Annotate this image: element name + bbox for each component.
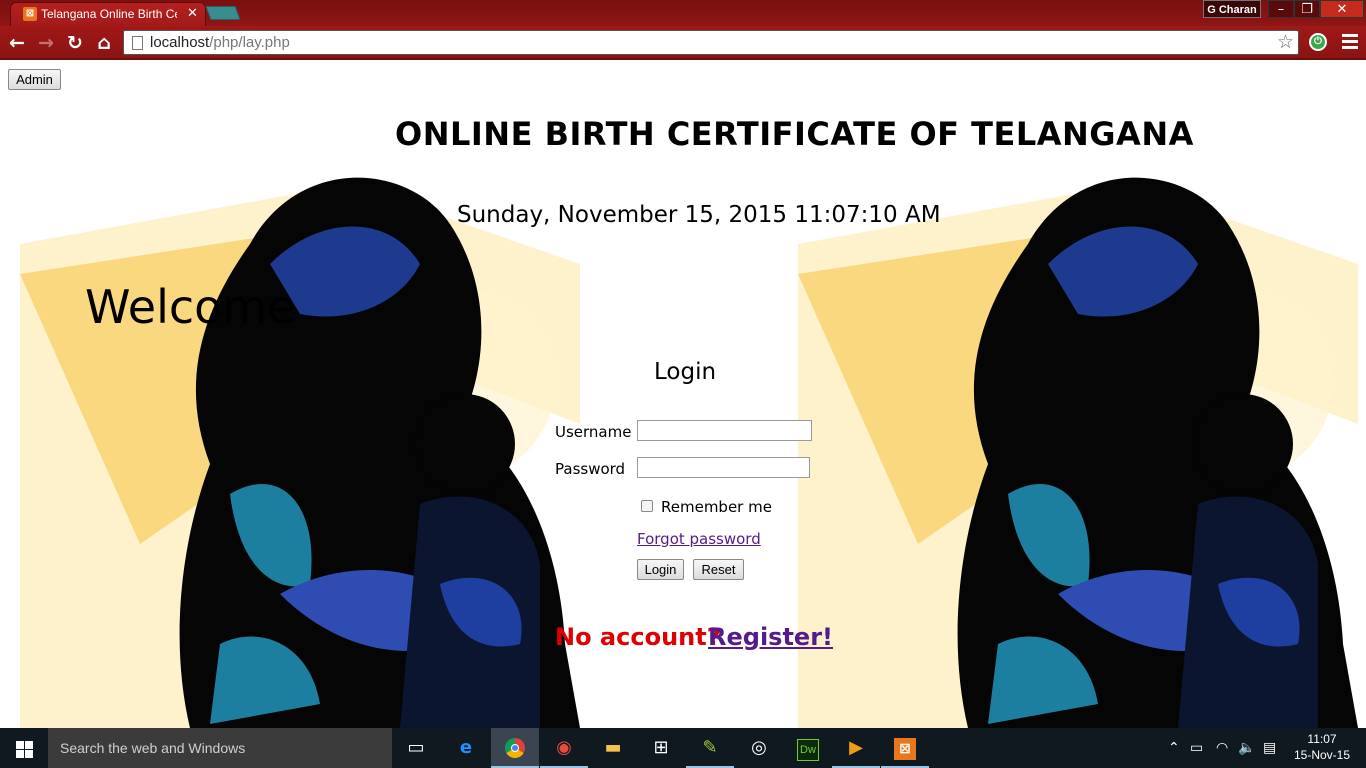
browser-titlebar: ⊠ Telangana Online Birth Ce ✕ G Charan –… (0, 0, 1366, 26)
url-text: localhost/php/lay.php (150, 34, 290, 51)
tab-title: Telangana Online Birth Ce (41, 7, 177, 21)
reload-icon[interactable]: ↻ (64, 32, 86, 54)
tab-close-icon[interactable]: ✕ (187, 6, 198, 21)
home-icon[interactable]: ⌂ (93, 32, 115, 54)
remember-me-checkbox[interactable] (641, 500, 653, 512)
forgot-password-link[interactable]: Forgot password (637, 530, 761, 548)
wifi-icon[interactable]: ◠ (1216, 740, 1228, 756)
clock-time: 11:07 (1307, 732, 1337, 746)
register-link[interactable]: Register! (708, 623, 833, 651)
taskbar-search-box[interactable]: Search the web and Windows (48, 728, 392, 768)
page-viewport: Admin ONLINE BIRTH CERTIFICATE OF TELANG… (0, 62, 1366, 728)
file-explorer-icon[interactable]: ▬ (589, 728, 637, 768)
edge-icon[interactable]: e (442, 728, 490, 768)
address-bar[interactable]: localhost/php/lay.php ☆ (123, 30, 1299, 55)
bookmark-star-icon[interactable]: ☆ (1277, 31, 1294, 53)
xampp-icon[interactable]: ⊠ (881, 728, 929, 768)
back-icon[interactable]: ← (6, 32, 28, 54)
welcome-text: Welcome (85, 280, 296, 334)
start-button[interactable] (0, 728, 48, 768)
page-title: ONLINE BIRTH CERTIFICATE OF TELANGANA (395, 115, 1194, 153)
profile-button[interactable]: G Charan (1203, 0, 1261, 18)
maximize-button[interactable]: ❐ (1294, 0, 1320, 18)
forward-icon[interactable]: → (35, 32, 57, 54)
clock-date: 15-Nov-15 (1293, 748, 1351, 762)
store-icon[interactable]: ⊞ (637, 728, 685, 768)
volume-icon[interactable]: 🔈 (1238, 740, 1255, 756)
username-label: Username (555, 423, 632, 441)
close-window-button[interactable]: ✕ (1320, 0, 1364, 18)
xampp-icon: ⊠ (23, 7, 37, 21)
dreamweaver-icon[interactable]: Dw (784, 728, 832, 768)
chevron-up-icon[interactable]: ⌃ (1168, 740, 1180, 756)
admin-button[interactable]: Admin (8, 69, 61, 90)
password-label: Password (555, 460, 626, 478)
login-title: Login (654, 359, 717, 385)
no-account-text: No account? (555, 623, 721, 651)
password-input[interactable] (637, 457, 810, 478)
new-tab-button[interactable] (205, 6, 241, 20)
remember-me-label: Remember me (661, 498, 772, 516)
search-placeholder: Search the web and Windows (60, 740, 246, 756)
current-datetime: Sunday, November 15, 2015 11:07:10 AM (457, 202, 941, 228)
windows-taskbar: Search the web and Windows ▭ e ◉ ▬ ⊞ ✎ ◎… (0, 728, 1366, 768)
page-icon (132, 36, 143, 50)
chrome-menu-icon[interactable] (1342, 34, 1358, 50)
browser-toolbar: ← → ↻ ⌂ localhost/php/lay.php ☆ (0, 26, 1366, 60)
notepad-icon[interactable]: ✎ (686, 728, 734, 768)
notifications-icon[interactable]: ▤ (1263, 740, 1276, 756)
browser-tab-active[interactable]: ⊠ Telangana Online Birth Ce ✕ (10, 2, 206, 26)
minimize-button[interactable]: – (1268, 0, 1294, 18)
system-clock[interactable]: 11:07 15-Nov-15 (1290, 731, 1354, 763)
chrome-icon[interactable] (491, 728, 539, 768)
battery-icon[interactable]: ▭ (1190, 740, 1203, 756)
media-icon[interactable]: ◎ (735, 728, 783, 768)
task-view-icon[interactable]: ▭ (392, 728, 440, 768)
username-input[interactable] (637, 420, 812, 441)
player-icon[interactable]: ▶ (832, 728, 880, 768)
reset-button[interactable]: Reset (693, 559, 744, 580)
app-icon[interactable]: ◉ (540, 728, 588, 768)
extension-icon[interactable]: ⏻ (1309, 33, 1327, 51)
login-button[interactable]: Login (637, 559, 684, 580)
